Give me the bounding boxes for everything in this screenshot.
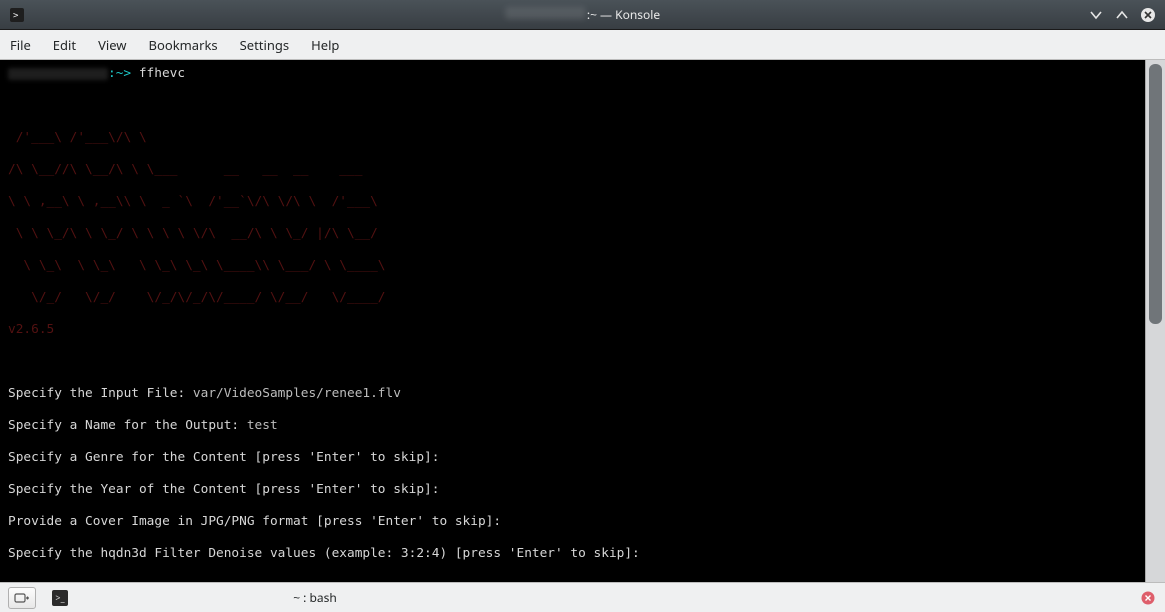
window-title: :~ — Konsole bbox=[505, 6, 660, 23]
input-file-value: var/VideoSamples/renee1.flv bbox=[193, 386, 401, 401]
output-name-label: Specify a Name for the Output: bbox=[8, 418, 247, 433]
hostname-blurred bbox=[505, 7, 585, 19]
scrollbar-thumb[interactable] bbox=[1149, 64, 1162, 324]
app-menu-icon[interactable]: > bbox=[8, 6, 26, 24]
vertical-scrollbar[interactable] bbox=[1145, 60, 1165, 582]
menu-edit[interactable]: Edit bbox=[53, 36, 76, 54]
close-icon[interactable] bbox=[1139, 6, 1157, 24]
tab-bash[interactable]: >_ ~ : bash bbox=[44, 587, 564, 608]
menu-bookmarks[interactable]: Bookmarks bbox=[149, 36, 218, 54]
ascii-art-line: \ \_\ \ \_\ \ \_\ \_\ \____\\ \___/ \ \_… bbox=[8, 258, 1139, 274]
version-line: v2.6.5 bbox=[8, 322, 1139, 338]
terminal[interactable]: :~> ffhevc /'___\ /'___\/\ \ /\ \__//\ \… bbox=[0, 60, 1145, 582]
prompt-command: ffhevc bbox=[139, 66, 185, 81]
menu-help[interactable]: Help bbox=[311, 36, 339, 54]
svg-text:>: > bbox=[13, 11, 19, 21]
new-tab-button[interactable] bbox=[8, 587, 36, 609]
output-name-value: test bbox=[247, 418, 278, 433]
ascii-art-line: \ \ \_/\ \ \_/ \ \ \ \ \/\ __/\ \ \_/ |/… bbox=[8, 226, 1139, 242]
tab-label: ~ : bash bbox=[74, 589, 556, 606]
genre-label: Specify a Genre for the Content [press '… bbox=[8, 450, 439, 465]
denoise-label: Specify the hqdn3d Filter Denoise values… bbox=[8, 546, 640, 561]
statusbar: >_ ~ : bash bbox=[0, 582, 1165, 612]
close-tab-icon[interactable] bbox=[1139, 589, 1157, 607]
menu-view[interactable]: View bbox=[98, 36, 126, 54]
minimize-icon[interactable] bbox=[1087, 6, 1105, 24]
menubar: File Edit View Bookmarks Settings Help bbox=[0, 30, 1165, 60]
titlebar: > :~ — Konsole bbox=[0, 0, 1165, 30]
ascii-art-line: /'___\ /'___\/\ \ bbox=[8, 130, 1139, 146]
prompt-path: :~> bbox=[108, 66, 139, 81]
ascii-art-line: /\ \__//\ \__/\ \ \___ __ __ __ ___ bbox=[8, 162, 1139, 178]
ascii-art-line: \/_/ \/_/ \/_/\/_/\/____/ \/__/ \/____/ bbox=[8, 290, 1139, 306]
terminal-area: :~> ffhevc /'___\ /'___\/\ \ /\ \__//\ \… bbox=[0, 60, 1165, 582]
window-controls bbox=[1087, 6, 1157, 24]
maximize-icon[interactable] bbox=[1113, 6, 1131, 24]
menu-settings[interactable]: Settings bbox=[240, 36, 289, 54]
ascii-art-line: \ \ ,__\ \ ,__\\ \ _ `\ /'__`\/\ \/\ \ /… bbox=[8, 194, 1139, 210]
terminal-icon: >_ bbox=[52, 590, 68, 606]
year-label: Specify the Year of the Content [press '… bbox=[8, 482, 439, 497]
cover-label: Provide a Cover Image in JPG/PNG format … bbox=[8, 514, 501, 529]
input-file-label: Specify the Input File: bbox=[8, 386, 193, 401]
menu-file[interactable]: File bbox=[10, 36, 31, 54]
